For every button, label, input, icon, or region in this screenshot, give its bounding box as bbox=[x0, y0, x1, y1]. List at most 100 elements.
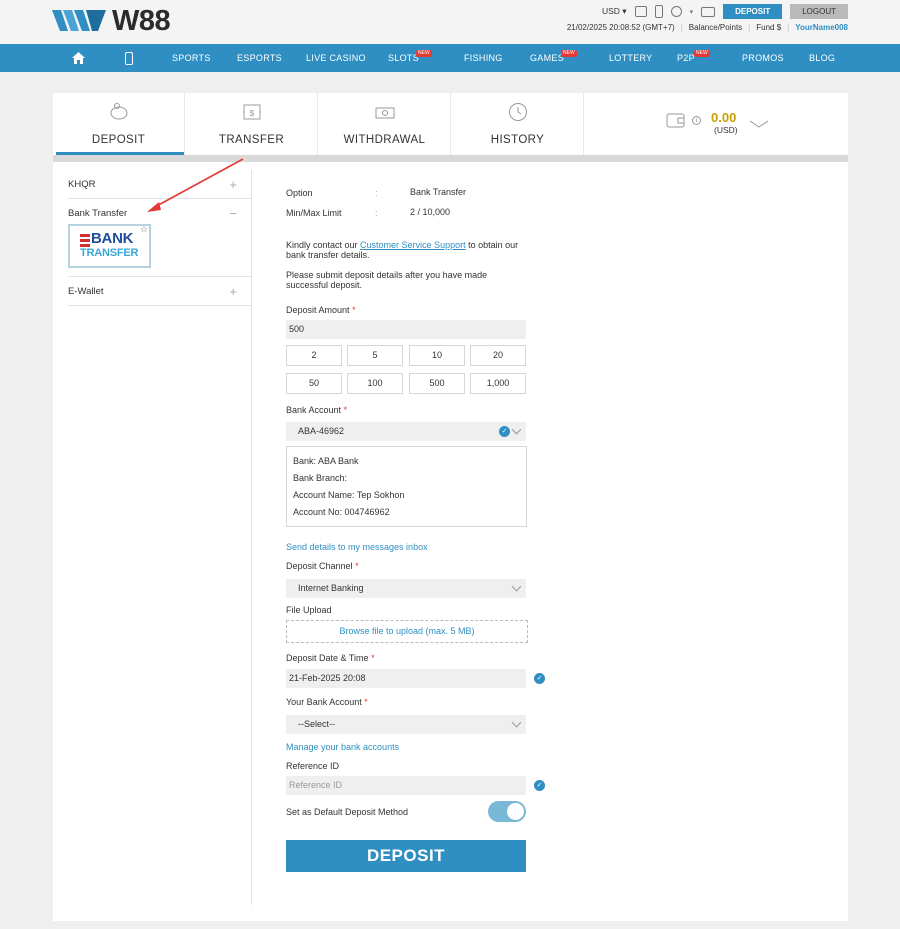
sidebar-item-label: E-Wallet bbox=[68, 286, 104, 297]
your-bank-account-select[interactable]: --Select-- bbox=[286, 715, 526, 734]
reference-id-input[interactable]: Reference ID bbox=[286, 776, 526, 795]
nav-fishing[interactable]: FISHING bbox=[464, 44, 503, 72]
bank-account-label: Bank Account * bbox=[286, 405, 347, 415]
nav-promos[interactable]: PROMOS bbox=[742, 44, 784, 72]
customer-service-link[interactable]: Customer Service Support bbox=[360, 240, 466, 250]
wallet-balance[interactable]: i 0.00 (USD) bbox=[666, 107, 826, 137]
amount-chip[interactable]: 10 bbox=[409, 345, 465, 366]
bank-logo-bars-icon bbox=[80, 234, 90, 247]
tab-transfer[interactable]: $ TRANSFER bbox=[186, 93, 318, 155]
label-text: Deposit Date & Time bbox=[286, 653, 369, 663]
fund-link[interactable]: Fund $ bbox=[756, 23, 781, 32]
history-icon bbox=[509, 103, 527, 121]
top-bar: W88 USD ▾ ▾ DEPOSIT LOGOUT 21/02/2025 20… bbox=[0, 0, 900, 44]
reference-id-label: Reference ID bbox=[286, 761, 340, 771]
nav-games[interactable]: GAMES bbox=[530, 44, 564, 72]
bank-logo-subtext: TRANSFER bbox=[80, 247, 139, 259]
username[interactable]: YourName008 bbox=[795, 23, 848, 32]
wallet-amount: 0.00 bbox=[711, 110, 737, 125]
bank-account-value: ABA-46962 bbox=[298, 426, 345, 436]
top-deposit-button[interactable]: DEPOSIT bbox=[723, 4, 783, 19]
cash-icon bbox=[375, 107, 395, 119]
nav-live-casino[interactable]: LIVE CASINO bbox=[306, 44, 366, 72]
contact-note: Kindly contact our Customer Service Supp… bbox=[286, 240, 526, 260]
currency-value: USD bbox=[601, 6, 620, 16]
deposit-date-input[interactable]: 21-Feb-2025 20:08 bbox=[286, 669, 526, 688]
logo-text: W88 bbox=[112, 5, 171, 37]
amount-chip[interactable]: 2 bbox=[286, 345, 342, 366]
main-nav: SPORTS ESPORTS LIVE CASINO SLOTS NEW FIS… bbox=[0, 44, 900, 72]
label-text: Deposit Amount bbox=[286, 305, 350, 315]
deposit-amount-input[interactable]: 500 bbox=[286, 320, 526, 339]
amount-chip[interactable]: 100 bbox=[347, 373, 403, 394]
w88-logo[interactable]: W88 bbox=[52, 5, 171, 38]
tab-withdrawal[interactable]: WITHDRAWAL bbox=[319, 93, 451, 155]
required-mark: * bbox=[371, 653, 375, 663]
nav-sports[interactable]: SPORTS bbox=[172, 44, 211, 72]
wallet-panel: DEPOSIT $ TRANSFER WITHDRAWAL HISTORY i … bbox=[53, 93, 848, 921]
nav-esports[interactable]: ESPORTS bbox=[237, 44, 282, 72]
logout-button[interactable]: LOGOUT bbox=[790, 4, 848, 19]
tab-deposit[interactable]: DEPOSIT bbox=[53, 93, 185, 155]
separator: : bbox=[375, 208, 378, 218]
w88-logo-mark-icon bbox=[52, 9, 106, 31]
nav-blog[interactable]: BLOG bbox=[809, 44, 835, 72]
deposit-channel-select[interactable]: Internet Banking bbox=[286, 579, 526, 598]
chevron-down-icon[interactable] bbox=[749, 115, 769, 128]
tab-transfer-label: TRANSFER bbox=[218, 134, 285, 146]
mobile-nav-icon[interactable] bbox=[125, 52, 133, 65]
verified-icon: ✓ bbox=[534, 673, 545, 684]
red-arrow-annotation bbox=[147, 158, 244, 212]
nav-slots[interactable]: SLOTS bbox=[388, 44, 419, 72]
sidebar-item-e-wallet[interactable]: E-Wallet + bbox=[68, 277, 251, 306]
new-badge: NEW bbox=[561, 50, 577, 57]
bank-detail-line: Account No: 004746962 bbox=[293, 507, 390, 517]
wallet-icon bbox=[666, 113, 685, 128]
amount-chip[interactable]: 1,000 bbox=[470, 373, 526, 394]
deposit-date-label: Deposit Date & Time * bbox=[286, 653, 375, 663]
language-icon[interactable] bbox=[670, 6, 682, 17]
tab-deposit-label: DEPOSIT bbox=[91, 134, 146, 146]
required-mark: * bbox=[364, 697, 368, 707]
send-details-link[interactable]: Send details to my messages inbox bbox=[286, 542, 428, 552]
amount-chip[interactable]: 500 bbox=[409, 373, 465, 394]
deposit-channel-value: Internet Banking bbox=[298, 583, 364, 593]
amount-chip[interactable]: 20 bbox=[470, 345, 526, 366]
amount-chip[interactable]: 5 bbox=[347, 345, 403, 366]
mail-icon[interactable] bbox=[701, 6, 716, 17]
account-area: USD ▾ ▾ DEPOSIT LOGOUT 21/02/2025 20:08:… bbox=[567, 4, 848, 32]
deposit-channel-label: Deposit Channel * bbox=[286, 561, 359, 571]
manage-bank-accounts-link[interactable]: Manage your bank accounts bbox=[286, 742, 399, 752]
contact-note-text: Kindly contact our bbox=[286, 240, 361, 250]
deposit-submit-button[interactable]: DEPOSIT bbox=[286, 840, 526, 872]
mobile-icon[interactable] bbox=[654, 5, 663, 18]
nav-p2p[interactable]: P2P bbox=[677, 44, 695, 72]
amount-chip[interactable]: 50 bbox=[286, 373, 342, 394]
datetime: 21/02/2025 20:08:52 (GMT+7) bbox=[566, 23, 675, 32]
svg-text:$: $ bbox=[250, 109, 255, 118]
label-text: Your Bank Account bbox=[286, 697, 362, 707]
balance-link[interactable]: Balance/Points bbox=[689, 23, 742, 32]
piggy-bank-icon bbox=[110, 103, 128, 120]
plus-icon: + bbox=[229, 284, 237, 299]
separator: : bbox=[375, 188, 378, 198]
promo-icon[interactable] bbox=[634, 6, 647, 17]
default-method-toggle[interactable] bbox=[488, 801, 526, 822]
bank-account-select[interactable]: ABA-46962 ✓ bbox=[286, 422, 526, 441]
bank-logo-text: BANK bbox=[91, 230, 134, 247]
your-bank-account-value: --Select-- bbox=[298, 719, 336, 729]
bank-transfer-option[interactable]: BANK TRANSFER ☆ bbox=[68, 224, 151, 268]
chevron-down-icon bbox=[511, 717, 522, 728]
tab-history[interactable]: HISTORY bbox=[452, 93, 584, 155]
currency-select[interactable]: USD ▾ bbox=[602, 6, 627, 17]
info-icon[interactable]: i bbox=[692, 116, 701, 125]
nav-lottery[interactable]: LOTTERY bbox=[609, 44, 652, 72]
limit-value: 2 / 10,000 bbox=[410, 207, 451, 217]
toggle-knob bbox=[507, 803, 524, 820]
file-upload-dropzone[interactable]: Browse file to upload (max. 5 MB) bbox=[286, 620, 528, 643]
sidebar-item-label: Bank Transfer bbox=[68, 208, 128, 219]
file-upload-label: File Upload bbox=[286, 605, 332, 615]
home-icon[interactable] bbox=[72, 52, 85, 64]
required-mark: * bbox=[355, 561, 359, 571]
star-icon[interactable]: ☆ bbox=[140, 224, 148, 235]
